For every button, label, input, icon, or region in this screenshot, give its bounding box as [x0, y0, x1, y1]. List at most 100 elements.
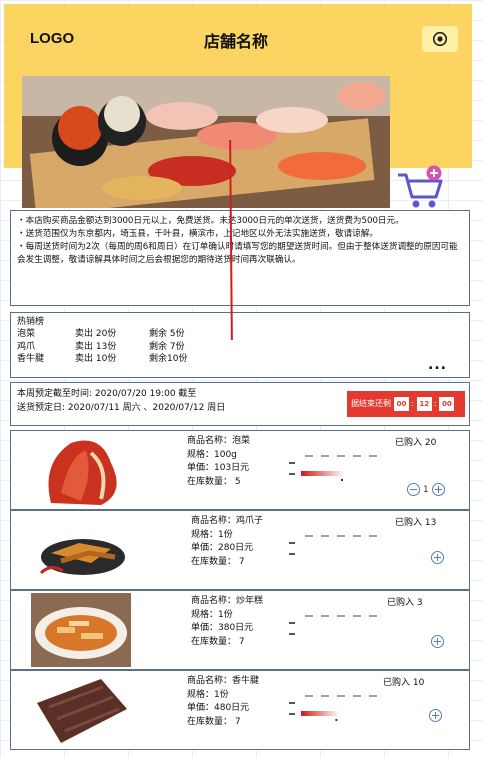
chart-tick	[337, 615, 345, 617]
plus-icon[interactable]	[429, 709, 442, 722]
chart-tick	[337, 695, 345, 697]
product-image	[31, 513, 131, 587]
product-info: 商品名称：香牛腱 规格：1份 单価：480日元 在库数量： 7	[187, 675, 259, 729]
cart-plus-icon[interactable]	[396, 165, 446, 212]
chart-tick	[369, 695, 377, 697]
product-spec: 规格：100g	[187, 449, 237, 460]
chart-tick	[353, 615, 361, 617]
chart-tick	[305, 615, 313, 617]
settings-button[interactable]	[422, 26, 458, 52]
product-name: 商品名称：泡菜	[187, 436, 251, 446]
chart-tick	[353, 695, 361, 697]
product-price: 单価：480日元	[187, 703, 250, 713]
item-name: 香牛腱	[17, 354, 45, 364]
product-price: 单価：380日元	[191, 623, 254, 633]
chart-tick	[305, 695, 313, 697]
countdown-timer: 据结束还剩 00 : 12 : 00	[347, 391, 465, 417]
product-stock: 在库数量： 7	[187, 716, 241, 727]
quantity-stepper[interactable]: 1	[407, 483, 445, 496]
product-spec: 规格：1份	[191, 609, 233, 620]
chart-tick	[305, 455, 313, 457]
quantity-stepper[interactable]	[429, 709, 442, 722]
countdown-separator: :	[411, 399, 414, 408]
chart-tick	[321, 695, 329, 697]
best-sellers-panel: 热销榜 泡菜 卖出 20份 剩余 5份 鸡爪 卖出 13份 剩余 7份 香牛腱 …	[10, 312, 470, 378]
more-button[interactable]: ...	[428, 357, 447, 373]
product-info: 商品名称：炒年糕 规格：1份 单価：380日元 在库数量： 7	[191, 595, 263, 649]
chart-tick	[337, 455, 345, 457]
item-left: 剩余 5份	[149, 329, 185, 339]
product-image	[31, 593, 131, 667]
notice-line: ・送货范围仅为东京都内，埼玉县，千叶县，横滨市，上记地区以外无法实施送货，敬请谅…	[17, 229, 378, 239]
chart-tick	[369, 455, 377, 457]
product-card[interactable]: 商品名称：鸡爪子 规格：1份 单価：280日元 在库数量： 7 已购入 13	[10, 510, 470, 590]
list-item: 香牛腱 卖出 10份 剩余10份	[17, 353, 463, 366]
item-sold: 卖出 10份	[75, 354, 117, 364]
product-stock: 在库数量： 7	[191, 636, 245, 647]
chart-tick	[369, 535, 377, 537]
product-card[interactable]: 商品名称：泡菜 规格：100g 单価：103日元 在库数量： 5 已购入 20 …	[10, 430, 470, 510]
item-sold: 卖出 20份	[75, 329, 117, 339]
list-item: 泡菜 卖出 20份 剩余 5份	[17, 328, 463, 341]
product-price: 单価：280日元	[191, 543, 254, 553]
quantity-stepper[interactable]	[431, 635, 444, 648]
product-image	[31, 673, 131, 747]
countdown-separator: :	[433, 399, 437, 408]
plus-icon[interactable]	[431, 483, 445, 496]
chart-tick	[321, 615, 329, 617]
stock-marker	[341, 479, 343, 481]
hero-image	[22, 76, 390, 208]
countdown-label: 据结束还剩	[351, 399, 391, 408]
quantity-stepper[interactable]	[431, 551, 444, 564]
chart-axis-mark	[289, 702, 295, 704]
chart-axis-mark	[289, 473, 295, 475]
sushi-photo	[22, 76, 390, 208]
countdown-minutes: 12	[416, 397, 432, 411]
product-info: 商品名称：鸡爪子 规格：1份 单価：280日元 在库数量： 7	[191, 515, 263, 569]
chart-tick	[369, 615, 377, 617]
product-stock: 在库数量： 5	[187, 476, 241, 487]
stock-mini-chart	[289, 455, 377, 481]
chart-axis-mark	[289, 633, 295, 635]
chart-axis-mark	[289, 553, 295, 555]
plus-icon[interactable]	[431, 551, 444, 564]
item-left: 剩余10份	[149, 354, 188, 364]
item-sold: 卖出 13份	[75, 341, 117, 352]
stock-marker	[335, 719, 338, 721]
plus-icon[interactable]	[431, 635, 444, 648]
stock-bar	[301, 711, 340, 716]
product-card[interactable]: 商品名称：炒年糕 规格：1份 单価：380日元 在库数量： 7 已购入 3	[10, 590, 470, 670]
deadline-panel: 本周预定截至时间: 2020/07/20 19:00 截至 送货预定日: 202…	[10, 382, 470, 426]
delivery-notice: ・本店购买商品金额达到3000日元以上，免费送货。未达3000日元的单次送货，送…	[10, 210, 470, 306]
purchased-count: 已购入 20	[395, 438, 437, 448]
stock-bar	[301, 471, 345, 476]
purchased-count: 已购入 10	[383, 678, 425, 688]
chart-tick	[353, 535, 361, 537]
chart-axis-mark	[289, 542, 295, 544]
product-name: 商品名称：香牛腱	[187, 676, 260, 686]
quantity-value: 1	[423, 484, 429, 495]
product-name: 商品名称：鸡爪子	[191, 516, 264, 526]
chart-tick	[337, 535, 345, 537]
chart-axis-mark	[289, 622, 295, 624]
product-info: 商品名称：泡菜 规格：100g 单価：103日元 在库数量： 5	[187, 435, 250, 489]
stock-mini-chart	[289, 535, 377, 555]
item-name: 泡菜	[17, 329, 36, 339]
item-left: 剩余 7份	[149, 341, 185, 352]
purchased-count: 已购入 13	[395, 518, 437, 528]
product-card[interactable]: 商品名称：香牛腱 规格：1份 单価：480日元 在库数量： 7 已购入 10	[10, 670, 470, 750]
minus-icon[interactable]	[407, 483, 420, 496]
product-spec: 规格：1份	[191, 529, 233, 540]
purchased-count: 已购入 3	[387, 598, 423, 608]
logo[interactable]: LOGO	[30, 30, 74, 47]
product-spec: 规格：1份	[187, 689, 229, 700]
countdown-hours: 00	[394, 397, 409, 411]
chart-tick	[321, 535, 329, 537]
product-price: 单価：103日元	[187, 463, 250, 473]
item-name: 鸡爪	[17, 341, 36, 352]
chart-tick	[305, 535, 313, 537]
target-icon	[432, 31, 448, 47]
stock-mini-chart	[289, 615, 377, 635]
best-sellers-title: 热销榜	[17, 317, 45, 327]
store-name: 店舗名称	[204, 32, 269, 51]
